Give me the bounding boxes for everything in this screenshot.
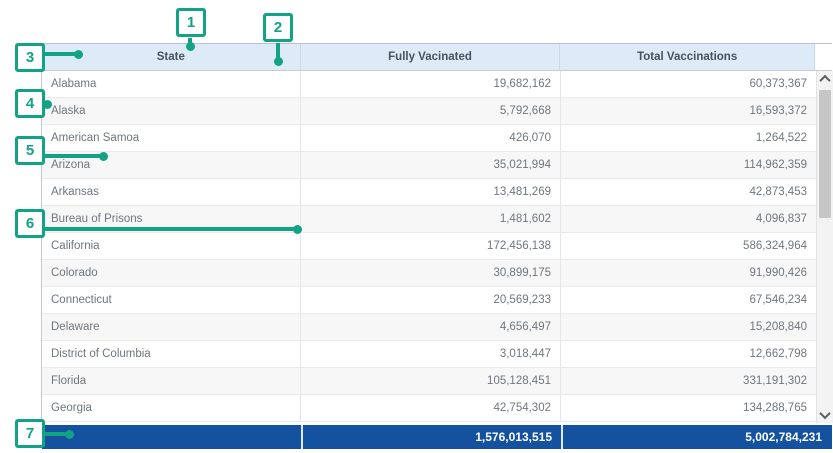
screenshot-stage: State Fully Vacinated Total Vaccinations… <box>0 0 833 453</box>
table-row[interactable]: Delaware 4,656,497 15,208,840 <box>42 314 816 341</box>
fully-vacinated-cell: 426,070 <box>301 125 561 151</box>
totals-total-vaccinations: 5,002,784,231 <box>561 425 831 449</box>
state-cell: American Samoa <box>42 125 301 151</box>
table-row[interactable]: Alabama 19,682,162 60,373,367 <box>42 71 816 98</box>
callout-5-connector <box>45 154 102 158</box>
state-cell: Florida <box>42 368 301 394</box>
callout-5-label: 5 <box>26 142 34 159</box>
table-row[interactable]: District of Columbia 3,018,447 12,662,79… <box>42 341 816 368</box>
state-cell: Connecticut <box>42 287 301 313</box>
callout-1-dot <box>186 42 195 51</box>
callout-1-marker: 1 <box>176 8 206 37</box>
fully-vacinated-cell: 3,018,447 <box>301 341 561 367</box>
callout-7-dot <box>65 430 74 439</box>
total-vaccinations-cell: 331,191,302 <box>561 368 816 394</box>
column-header-total-vaccinations[interactable]: Total Vaccinations <box>560 44 815 70</box>
callout-6-dot <box>293 225 302 234</box>
table-header-row: State Fully Vacinated Total Vaccinations <box>42 44 832 71</box>
table-row[interactable]: Alaska 5,792,668 16,593,372 <box>42 98 816 125</box>
state-cell: Alabama <box>42 71 301 97</box>
callout-4-dot <box>43 100 52 109</box>
fully-vacinated-cell: 30,899,175 <box>301 260 561 286</box>
header-scrollbar-corner <box>815 44 832 70</box>
callout-3-marker: 3 <box>15 43 45 72</box>
scroll-down-button[interactable] <box>817 407 833 423</box>
scroll-up-button[interactable] <box>817 71 833 87</box>
fully-vacinated-cell: 35,021,994 <box>301 152 561 178</box>
state-cell: Colorado <box>42 260 301 286</box>
table-scroll-area: Alabama 19,682,162 60,373,367 Alaska 5,7… <box>42 71 833 423</box>
callout-3-dot <box>74 50 83 59</box>
totals-fully-vacinated: 1,576,013,515 <box>301 425 561 449</box>
total-vaccinations-cell: 91,990,426 <box>561 260 816 286</box>
total-vaccinations-cell: 586,324,964 <box>561 233 816 259</box>
fully-vacinated-cell: 4,656,497 <box>301 314 561 340</box>
callout-3-connector <box>45 52 76 56</box>
total-vaccinations-cell: 12,662,798 <box>561 341 816 367</box>
fully-vacinated-cell: 19,682,162 <box>301 71 561 97</box>
vaccination-data-table: State Fully Vacinated Total Vaccinations… <box>41 43 832 448</box>
table-row[interactable]: California 172,456,138 586,324,964 <box>42 233 816 260</box>
callout-2-marker: 2 <box>263 13 293 42</box>
table-row[interactable]: Arizona 35,021,994 114,962,359 <box>42 152 816 179</box>
state-cell: Arkansas <box>42 179 301 205</box>
total-vaccinations-cell: 1,264,522 <box>561 125 816 151</box>
table-row[interactable]: Arkansas 13,481,269 42,873,453 <box>42 179 816 206</box>
callout-6-connector <box>45 227 296 231</box>
total-vaccinations-cell: 114,962,359 <box>561 152 816 178</box>
total-vaccinations-cell: 60,373,367 <box>561 71 816 97</box>
total-vaccinations-cell: 16,593,372 <box>561 98 816 124</box>
callout-4-marker: 4 <box>15 89 45 118</box>
fully-vacinated-cell: 1,481,602 <box>301 206 561 232</box>
fully-vacinated-cell: 105,128,451 <box>301 368 561 394</box>
callout-2-dot <box>274 57 283 66</box>
table-row[interactable]: Connecticut 20,569,233 67,546,234 <box>42 287 816 314</box>
table-row[interactable]: American Samoa 426,070 1,264,522 <box>42 125 816 152</box>
scrollbar-thumb[interactable] <box>819 90 831 218</box>
callout-4-label: 4 <box>26 95 34 112</box>
callout-6-marker: 6 <box>15 209 45 238</box>
fully-vacinated-cell: 13,481,269 <box>301 179 561 205</box>
table-row[interactable]: Georgia 42,754,302 134,288,765 <box>42 395 816 422</box>
total-vaccinations-cell: 67,546,234 <box>561 287 816 313</box>
totals-state-cell <box>42 425 301 449</box>
table-row[interactable]: Colorado 30,899,175 91,990,426 <box>42 260 816 287</box>
table-body: Alabama 19,682,162 60,373,367 Alaska 5,7… <box>42 71 816 423</box>
column-header-fully-vacinated[interactable]: Fully Vacinated <box>301 44 561 70</box>
fully-vacinated-cell: 172,456,138 <box>301 233 561 259</box>
callout-1-label: 1 <box>187 14 195 31</box>
callout-5-marker: 5 <box>15 136 45 165</box>
vertical-scrollbar[interactable] <box>816 71 833 423</box>
callout-2-label: 2 <box>274 19 282 36</box>
callout-6-label: 6 <box>26 215 34 232</box>
callout-7-label: 7 <box>26 425 34 442</box>
total-vaccinations-cell: 42,873,453 <box>561 179 816 205</box>
table-row[interactable]: Florida 105,128,451 331,191,302 <box>42 368 816 395</box>
state-cell: District of Columbia <box>42 341 301 367</box>
fully-vacinated-cell: 5,792,668 <box>301 98 561 124</box>
total-vaccinations-cell: 134,288,765 <box>561 395 816 421</box>
chevron-up-icon <box>819 75 830 86</box>
fully-vacinated-cell: 42,754,302 <box>301 395 561 421</box>
total-vaccinations-cell: 4,096,837 <box>561 206 816 232</box>
chevron-down-icon <box>819 408 830 419</box>
state-cell: Delaware <box>42 314 301 340</box>
totals-row: 1,576,013,515 5,002,784,231 <box>42 425 832 449</box>
callout-3-label: 3 <box>26 49 34 66</box>
state-cell: Georgia <box>42 395 301 421</box>
fully-vacinated-cell: 20,569,233 <box>301 287 561 313</box>
state-cell: California <box>42 233 301 259</box>
callout-5-dot <box>99 152 108 161</box>
state-cell: Alaska <box>42 98 301 124</box>
total-vaccinations-cell: 15,208,840 <box>561 314 816 340</box>
callout-7-marker: 7 <box>15 419 45 448</box>
